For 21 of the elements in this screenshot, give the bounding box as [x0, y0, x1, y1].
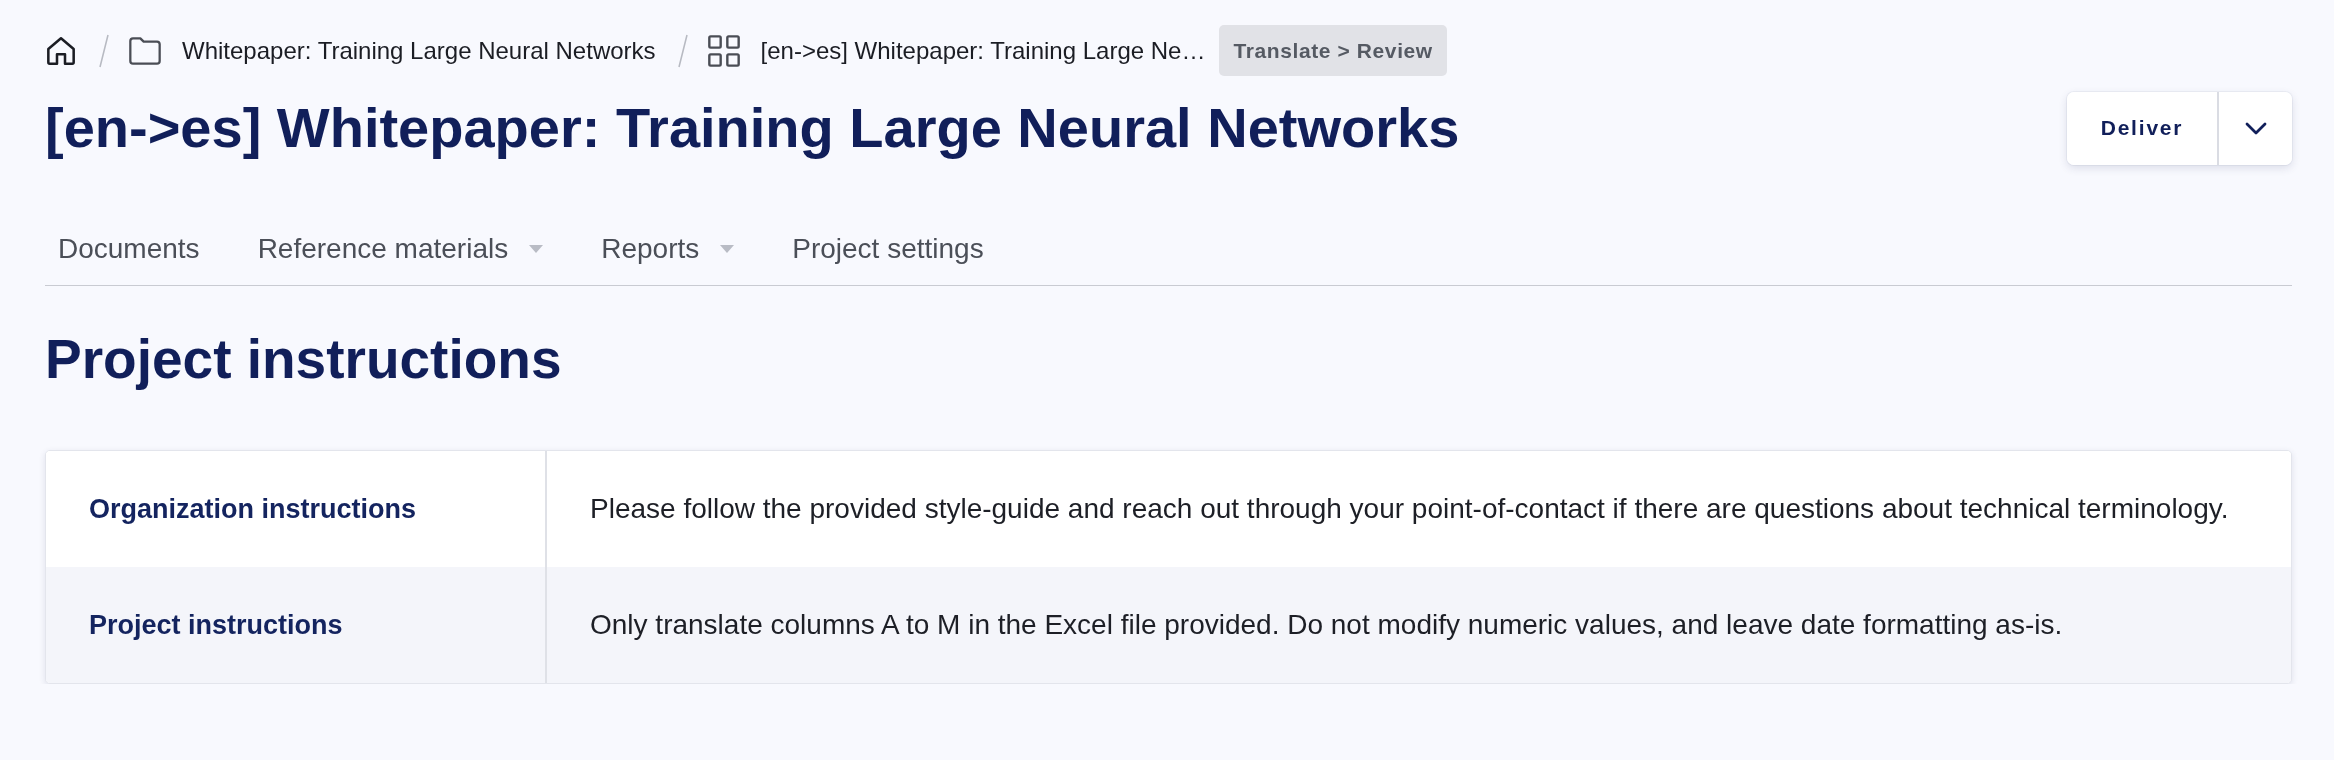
breadcrumb-link[interactable]: [45, 34, 77, 67]
nav-tab[interactable]: Project settings: [792, 212, 984, 285]
nav-tab[interactable]: Reports: [601, 212, 735, 285]
breadcrumb-separator: [99, 33, 109, 68]
home-icon: [45, 34, 77, 67]
chevron-down-icon: [2244, 121, 2267, 135]
instruction-text: Only translate columns A to M in the Excel file provided. Do not modify numeric values, and leave date formatting as-is.: [589, 608, 2064, 642]
caret-down-icon: [529, 244, 544, 253]
breadcrumb-link[interactable]: [en->es] Whitepaper: Training Large Ne…: [707, 34, 1206, 67]
stage-badge: Translate > Review: [1219, 25, 1447, 76]
folder-icon: [129, 36, 161, 65]
instruction-text: Please follow the provided style-guide and reach out through your point-of-contact if there are questions about technical terminology.: [589, 492, 2230, 526]
nav-tab[interactable]: Reference materials: [257, 212, 544, 285]
deliver-button[interactable]: Deliver: [2067, 91, 2219, 165]
breadcrumb-link[interactable]: Whitepaper: Training Large Neural Networks: [129, 36, 656, 65]
caret-down-icon: [720, 244, 735, 253]
section-title: Project instructions: [45, 327, 562, 392]
instruction-label: Project instructions: [46, 567, 547, 683]
breadcrumb-separator: [677, 33, 688, 68]
nav-tab[interactable]: Documents: [58, 212, 200, 285]
grid-icon: [707, 34, 740, 67]
